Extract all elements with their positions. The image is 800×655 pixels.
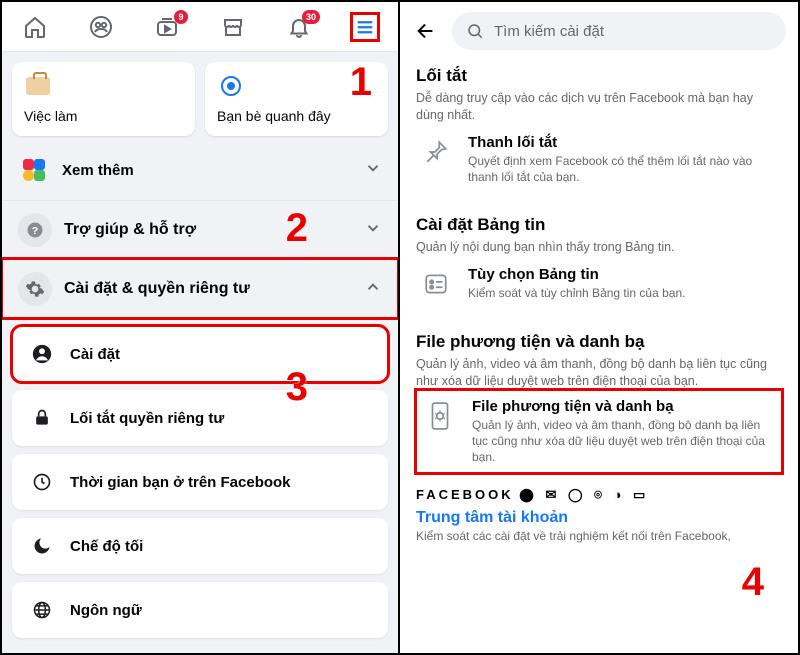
media-item-title: File phương tiện và danh bạ [472,398,776,415]
meta-product-icons: ⬤ ✉ ◯ ⌾ ◑ ▭ [519,487,649,502]
chevron-down-icon [364,159,382,182]
help-icon: ? [18,213,52,247]
account-center-link[interactable]: Trung tâm tài khoản [400,503,798,527]
settings-privacy-label: Cài đặt & quyền riêng tư [64,280,250,298]
feed-item-title: Tùy chọn Bảng tin [468,266,685,283]
shortcut-section: Lối tắt Dễ dàng truy cập vào các dịch vụ… [400,60,798,209]
search-icon [466,22,484,40]
facebook-wordmark: FACEBOOK [416,487,514,502]
watch-icon[interactable]: 9 [154,14,180,40]
account-center-sub: Kiểm soát các cài đặt về trải nghiệm kết… [400,527,798,543]
shortcut-sub: Dễ dàng truy cập vào các dịch vụ trên Fa… [416,90,782,124]
shortcut-bar-item[interactable]: Thanh lối tắt Quyết định xem Facebook có… [416,124,782,195]
media-section: File phương tiện và danh bạ Quản lý ảnh,… [400,326,798,479]
media-title: File phương tiện và danh bạ [416,332,782,352]
annotation-3: 3 [286,365,308,410]
home-icon[interactable] [22,14,48,40]
phone-gear-icon [422,398,458,434]
help-label: Trợ giúp & hỗ trợ [64,221,196,239]
nearby-icon [217,72,245,100]
lock-icon [26,402,58,434]
globe-icon [26,594,58,626]
top-nav: 9 30 [2,2,398,52]
feed-title: Cài đặt Bảng tin [416,215,782,235]
back-arrow-icon[interactable] [412,17,440,45]
shortcut-bar-title: Thanh lối tắt [468,134,780,151]
pin-icon [418,134,454,170]
shortcut-cards: Việc làm Bạn bè quanh đây [2,52,398,140]
menu-panel: 9 30 1 Việc làm Bạn bè quanh đây Xem thê… [2,2,400,653]
shortcut-title: Lối tắt [416,66,782,86]
annotation-4: 4 [742,560,764,605]
feed-options-item[interactable]: Tùy chọn Bảng tin Kiểm soát và tùy chỉnh… [416,256,782,312]
clock-icon [26,466,58,498]
help-support-row[interactable]: ? Trợ giúp & hỗ trợ [2,200,398,259]
dark-mode-label: Chế độ tối [70,538,374,555]
friends-icon[interactable] [88,14,114,40]
feed-section: Cài đặt Bảng tin Quản lý nội dung bạn nh… [400,209,798,326]
media-item-sub: Quản lý ảnh, video và âm thanh, đồng bộ … [472,417,776,466]
annotation-2: 2 [286,206,308,251]
settings-privacy-row[interactable]: Cài đặt & quyền riêng tư [2,259,398,318]
briefcase-icon [24,72,52,100]
moon-icon [26,530,58,562]
privacy-shortcut-row[interactable]: Lối tắt quyền riêng tư [12,390,388,446]
chevron-down-icon [364,219,382,242]
marketplace-icon[interactable] [220,14,246,40]
search-input[interactable]: Tìm kiếm cài đặt [452,12,786,50]
media-sub: Quản lý ảnh, video và âm thanh, đồng bộ … [416,356,782,390]
see-more-label: Xem thêm [62,162,364,179]
watch-badge: 9 [174,10,188,24]
nearby-label: Bạn bè quanh đây [217,108,331,124]
settings-row[interactable]: Cài đặt [12,326,388,382]
see-more-row[interactable]: Xem thêm [2,140,398,200]
dark-mode-row[interactable]: Chế độ tối [12,518,388,574]
hamburger-menu-icon[interactable] [352,14,378,40]
feed-item-sub: Kiểm soát và tùy chỉnh Bảng tin của bạn. [468,285,685,301]
meta-branding: FACEBOOK ⬤ ✉ ◯ ⌾ ◑ ▭ [400,479,798,503]
notif-badge: 30 [302,10,320,24]
settings-search-panel: Tìm kiếm cài đặt Lối tắt Dễ dàng truy cậ… [400,2,798,653]
feed-sub: Quản lý nội dung bạn nhìn thấy trong Bản… [416,239,782,256]
privacy-shortcut-label: Lối tắt quyền riêng tư [70,410,374,427]
time-label: Thời gian bạn ở trên Facebook [70,474,374,491]
svg-text:?: ? [32,225,38,237]
search-header: Tìm kiếm cài đặt [400,2,798,60]
gear-icon [18,272,52,306]
time-on-fb-row[interactable]: Thời gian bạn ở trên Facebook [12,454,388,510]
annotation-1: 1 [350,60,372,105]
see-more-icon [18,154,50,186]
jobs-label: Việc làm [24,108,77,124]
jobs-card[interactable]: Việc làm [12,62,195,136]
search-placeholder: Tìm kiếm cài đặt [494,23,604,40]
media-contacts-item[interactable]: File phương tiện và danh bạ Quản lý ảnh,… [416,390,782,474]
feed-icon [418,266,454,302]
language-label: Ngôn ngữ [70,602,374,619]
language-row[interactable]: Ngôn ngữ [12,582,388,638]
notifications-icon[interactable]: 30 [286,14,312,40]
chevron-up-icon [364,278,382,301]
shortcut-bar-sub: Quyết định xem Facebook có thể thêm lối … [468,153,780,185]
settings-label: Cài đặt [70,346,374,363]
profile-gear-icon [26,338,58,370]
